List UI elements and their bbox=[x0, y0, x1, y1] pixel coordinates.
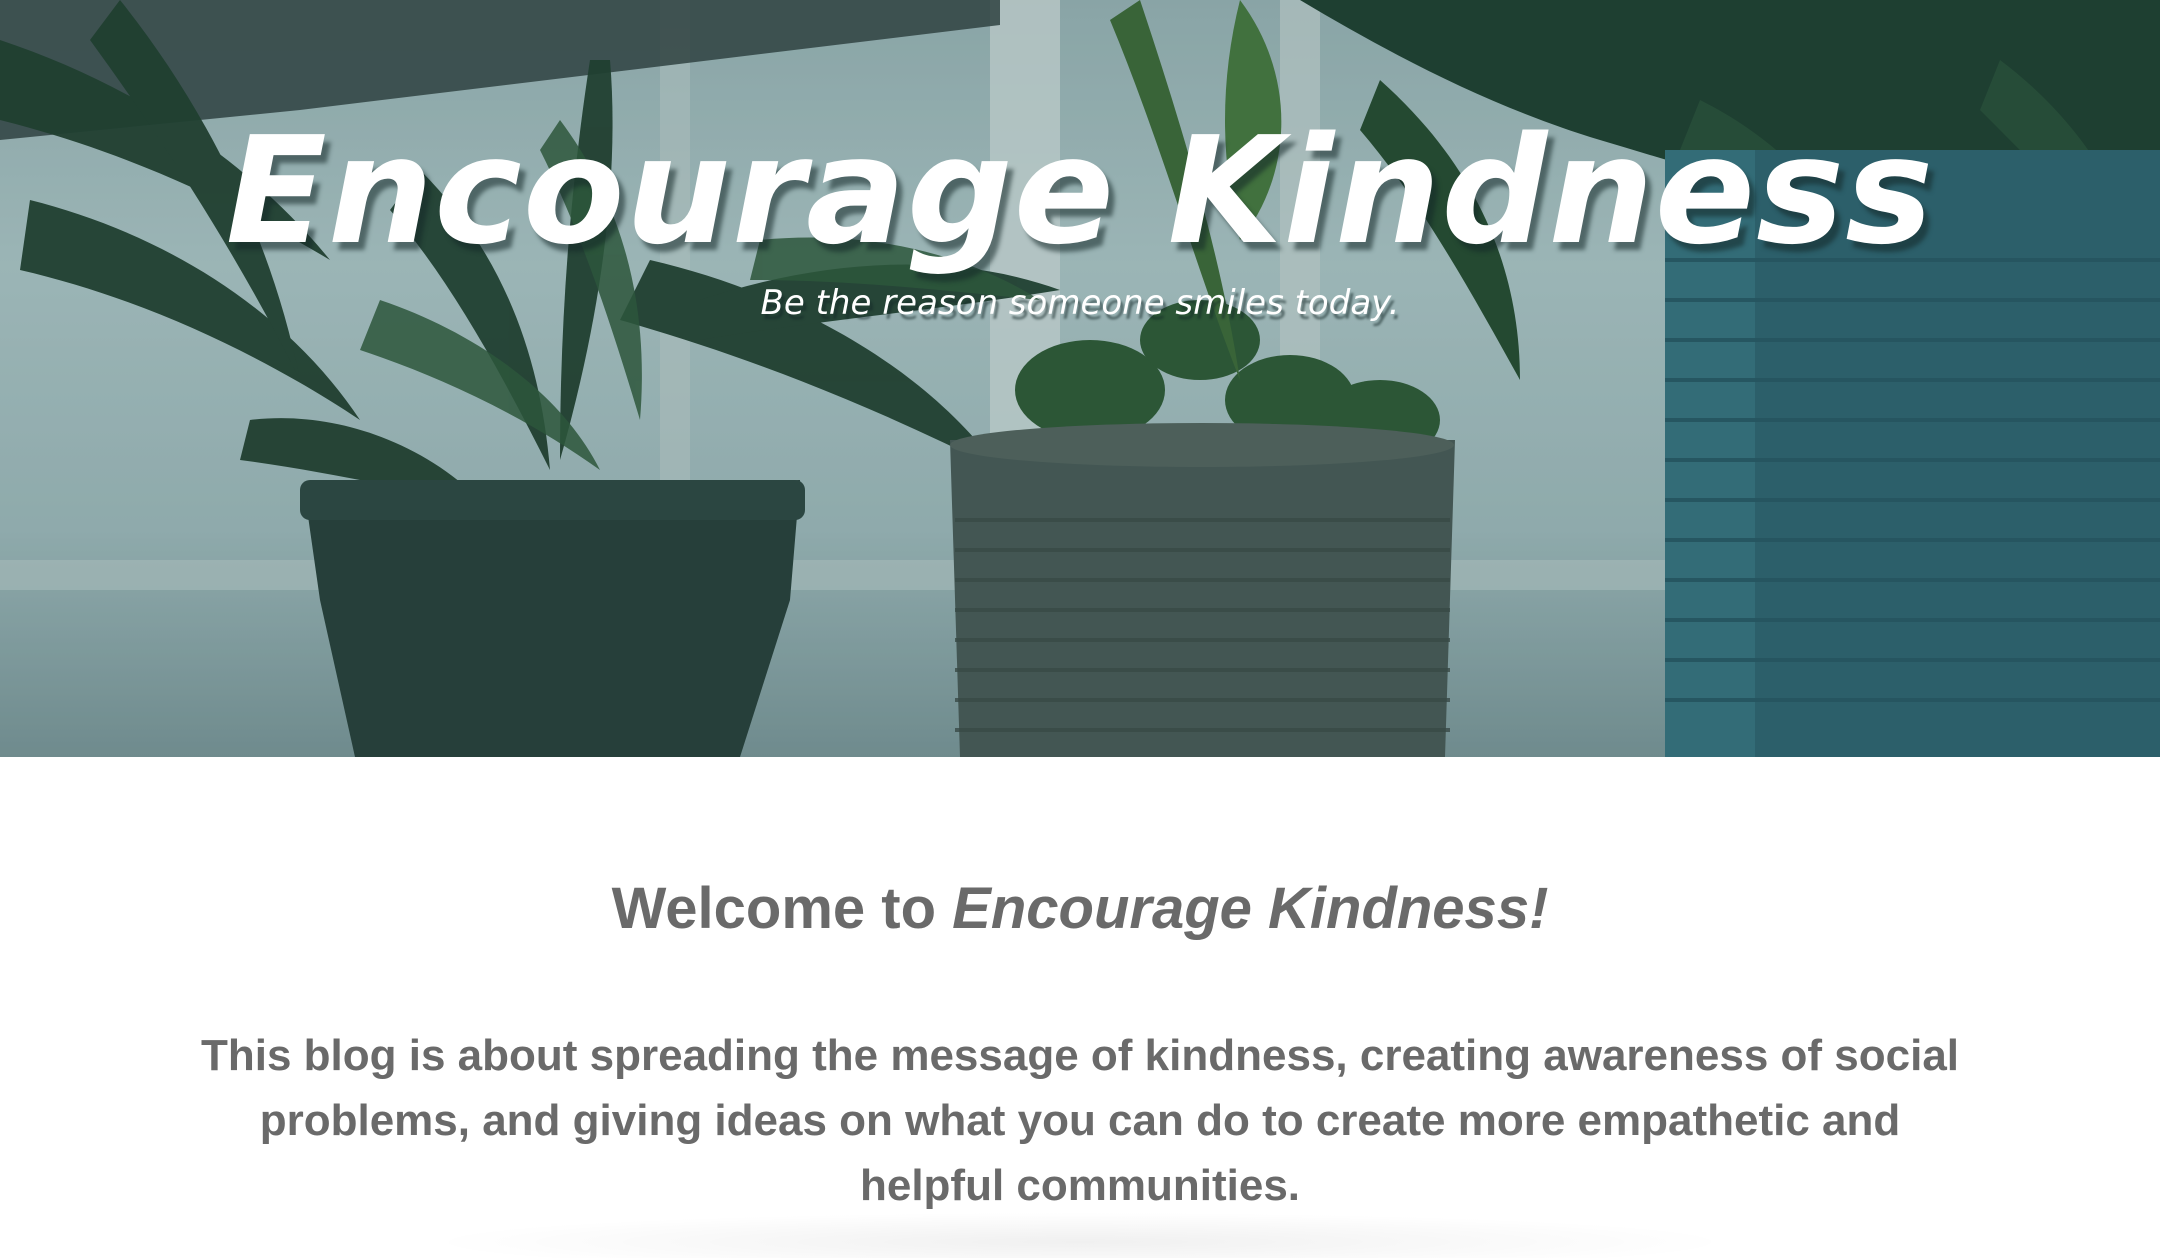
site-tagline: Be the reason someone smiles today. bbox=[760, 283, 1400, 323]
welcome-heading: Welcome to Encourage Kindness! bbox=[0, 875, 2160, 942]
welcome-blog-name: Encourage Kindness! bbox=[952, 876, 1549, 941]
hero-banner: Encourage Kindness Be the reason someone… bbox=[0, 0, 2160, 757]
welcome-prefix: Welcome to bbox=[611, 876, 953, 941]
intro-paragraph: This blog is about spreading the message… bbox=[200, 1031, 1960, 1210]
site-title: Encourage Kindness bbox=[225, 105, 1935, 277]
main-content: Welcome to Encourage Kindness! This blog… bbox=[0, 757, 2160, 1258]
page: Encourage Kindness Be the reason someone… bbox=[0, 0, 2160, 1258]
